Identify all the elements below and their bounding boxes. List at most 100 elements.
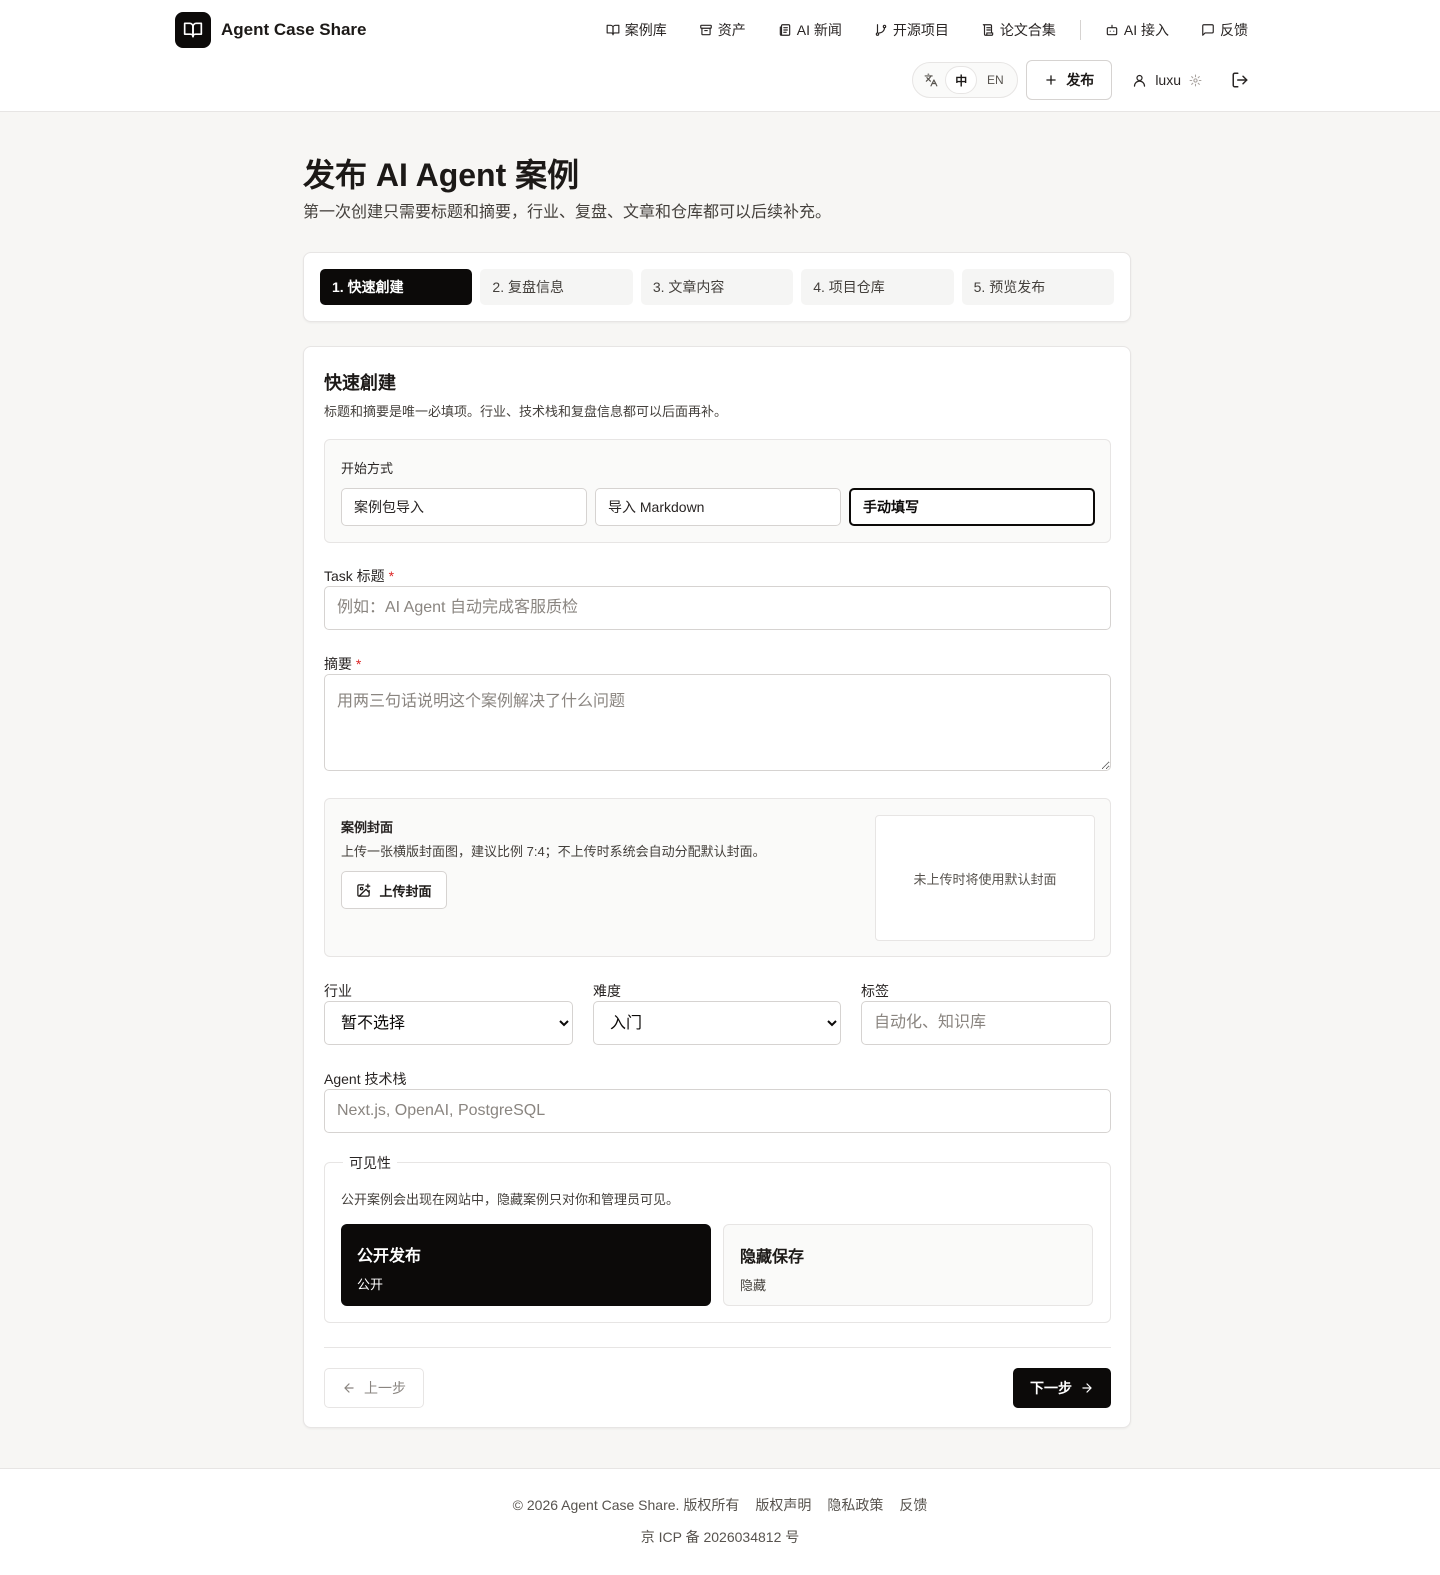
nav-label: AI 接入: [1123, 22, 1169, 38]
start-option-markdown-import[interactable]: 导入 Markdown: [595, 488, 841, 526]
git-branch-icon: [875, 24, 887, 36]
cover-preview: 未上传时将使用默认封面: [875, 815, 1095, 941]
footer-icp[interactable]: 京 ICP 备 2026034812 号: [0, 1527, 1440, 1547]
newspaper-icon: [779, 24, 790, 36]
page-subtitle: 第一次创建只需要标题和摘要，行业、复盘、文章和仓库都可以后续补充。: [303, 204, 832, 221]
translate-icon: [917, 66, 945, 94]
scroll-icon: [982, 24, 994, 36]
nav-item-papers[interactable]: 论文合集: [981, 20, 1056, 40]
form-title: 快速創建: [324, 373, 396, 393]
difficulty-label: 难度: [593, 983, 621, 999]
nav-item-open-source[interactable]: 开源项目: [874, 20, 949, 40]
nav-label: 反馈: [1220, 22, 1248, 38]
difficulty-select[interactable]: 入门: [593, 1001, 841, 1045]
footer-link-feedback[interactable]: 反馈: [899, 1495, 927, 1515]
upload-cover-button[interactable]: 上传封面: [341, 871, 447, 909]
footer-link-privacy[interactable]: 隐私政策: [827, 1495, 883, 1515]
main-nav: 案例库 资产 AI 新闻 开源项目 论文合集 AI 接入 反馈: [606, 20, 1248, 40]
nav-item-ai-access[interactable]: AI 接入: [1105, 20, 1169, 40]
nav-label: 开源项目: [892, 22, 949, 38]
lang-en-button[interactable]: EN: [977, 73, 1013, 87]
next-step-button[interactable]: 下一步: [1013, 1368, 1111, 1408]
header-toolbar: 中 EN 发布 luxu: [912, 60, 1250, 100]
cover-desc: 上传一张横版封面图，建议比例 7:4；不上传时系统会自动分配默认封面。: [341, 844, 766, 859]
start-method-panel: 开始方式 案例包导入 导入 Markdown 手动填写: [324, 439, 1111, 543]
language-switcher: 中 EN: [912, 62, 1019, 98]
bot-icon: [1106, 24, 1118, 36]
logout-icon[interactable]: [1230, 70, 1250, 90]
nav-label: 资产: [717, 22, 746, 38]
tech-stack-label: Agent 技术栈: [324, 1071, 407, 1087]
message-square-icon: [1202, 24, 1214, 36]
archive-icon: [699, 24, 712, 36]
cover-label: 案例封面: [341, 820, 394, 835]
prev-step-label: 上一步: [364, 1380, 406, 1396]
visibility-fieldset: 可见性 公开案例会出现在网站中，隐藏案例只对你和管理员可见。 公开发布 公开 隐…: [324, 1153, 1111, 1323]
nav-item-feedback[interactable]: 反馈: [1201, 20, 1248, 40]
visibility-option-public[interactable]: 公开发布 公开: [341, 1224, 711, 1306]
summary-textarea[interactable]: [324, 674, 1111, 771]
nav-item-ai-news[interactable]: AI 新闻: [778, 20, 842, 40]
next-step-label: 下一步: [1030, 1380, 1072, 1396]
nav-label: 论文合集: [999, 22, 1056, 38]
task-title-input[interactable]: [324, 586, 1111, 630]
nav-item-cases[interactable]: 案例库: [606, 20, 667, 40]
visibility-desc: 公开案例会出现在网站中，隐藏案例只对你和管理员可见。: [341, 1192, 680, 1207]
nav-label: 案例库: [624, 22, 667, 38]
step-tab-article[interactable]: 3. 文章内容: [640, 269, 794, 305]
visibility-option-title: 隐藏保存: [740, 1249, 805, 1266]
site-logo[interactable]: Agent Case Share: [175, 12, 367, 48]
nav-label: AI 新闻: [796, 22, 842, 38]
lang-zh-button[interactable]: 中: [945, 66, 978, 94]
start-method-options: 案例包导入 导入 Markdown 手动填写: [341, 488, 1095, 526]
footer-links: © 2026 Agent Case Share. 版权所有 版权声明 隐私政策 …: [0, 1495, 1440, 1515]
site-header: Agent Case Share 案例库 资产 AI 新闻 开源项目 论文合集 …: [0, 0, 1440, 112]
step-tab-review[interactable]: 2. 复盘信息: [480, 269, 633, 305]
form-desc: 标题和摘要是唯一必填项。行业、技术栈和复盘信息都可以后面再补。: [324, 404, 728, 419]
visibility-legend: 可见性: [343, 1153, 397, 1173]
site-name: Agent Case Share: [221, 20, 367, 39]
start-option-manual[interactable]: 手动填写: [849, 488, 1095, 526]
user-icon: [1134, 74, 1146, 87]
visibility-option-hidden[interactable]: 隐藏保存 隐藏: [723, 1224, 1093, 1306]
arrow-right-icon: [1082, 1383, 1092, 1393]
visibility-option-sub: 隐藏: [740, 1278, 767, 1293]
settings-icon[interactable]: [1189, 74, 1202, 87]
industry-label: 行业: [324, 983, 352, 999]
nav-item-assets[interactable]: 资产: [699, 20, 746, 40]
nav-divider: [1079, 20, 1081, 40]
summary-label: 摘要 *: [324, 656, 362, 672]
task-title-label: Task 标题 *: [324, 568, 395, 584]
quick-create-form: 快速創建 标题和摘要是唯一必填项。行业、技术栈和复盘信息都可以后面再补。 开始方…: [303, 346, 1131, 1428]
step-tab-preview[interactable]: 5. 预览发布: [961, 269, 1115, 305]
start-method-label: 开始方式: [341, 461, 394, 476]
tags-input[interactable]: [861, 1001, 1111, 1045]
industry-select[interactable]: 暂不选择: [324, 1001, 573, 1045]
site-footer: © 2026 Agent Case Share. 版权所有 版权声明 隐私政策 …: [0, 1468, 1440, 1575]
visibility-option-sub: 公开: [357, 1277, 384, 1292]
page-title: 发布 AI Agent 案例: [303, 157, 580, 193]
book-open-icon: [175, 12, 211, 48]
form-divider: [324, 1347, 1111, 1348]
tech-stack-input[interactable]: [324, 1089, 1111, 1133]
user-menu[interactable]: luxu: [1132, 72, 1202, 88]
footer-link-copyright-notice[interactable]: 版权声明: [755, 1495, 811, 1515]
prev-step-button[interactable]: 上一步: [324, 1368, 424, 1408]
start-option-package-import[interactable]: 案例包导入: [341, 488, 587, 526]
cover-panel: 案例封面 上传一张横版封面图，建议比例 7:4；不上传时系统会自动分配默认封面。…: [324, 798, 1111, 957]
arrow-left-icon: [344, 1383, 354, 1393]
username: luxu: [1155, 72, 1181, 88]
footer-copyright: © 2026 Agent Case Share. 版权所有: [512, 1497, 740, 1513]
visibility-option-title: 公开发布: [357, 1248, 422, 1265]
step-tab-quick-create[interactable]: 1. 快速創建: [320, 269, 473, 305]
book-open-icon: [606, 24, 620, 36]
publish-button[interactable]: 发布: [1026, 60, 1113, 100]
required-mark: *: [355, 656, 362, 672]
tags-label: 标签: [861, 983, 889, 999]
publish-label: 发布: [1066, 72, 1095, 88]
upload-cover-label: 上传封面: [379, 883, 432, 899]
required-mark: *: [388, 568, 395, 584]
step-tab-repo[interactable]: 4. 项目仓库: [801, 269, 954, 305]
step-tabs: 1. 快速創建 2. 复盘信息 3. 文章内容 4. 项目仓库 5. 预览发布: [303, 252, 1131, 322]
image-plus-icon: [357, 883, 371, 897]
